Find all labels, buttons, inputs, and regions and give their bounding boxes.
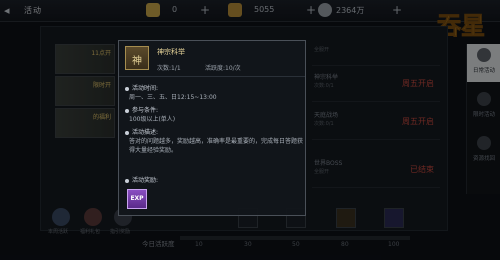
bullet-icon [125,86,129,91]
activity-emblem-icon: 神 [125,46,149,70]
bullet-icon [125,108,129,113]
description-heading: 活动描述: [125,127,158,136]
time-heading: 活动时间: [125,83,158,92]
bullet-icon [125,178,129,183]
condition-heading: 参与条件: [125,105,158,114]
activity-points: 活跃度:10/次 [205,65,241,72]
reward-heading: 活动奖励: [125,175,158,184]
activity-detail-popup: 神 神宗科举 次数:1/1 活跃度:10/次 活动时间: 周一、三、五、日12:… [118,40,306,216]
popup-title: 神宗科举 [157,48,185,56]
description-value: 答对的问题越多，奖励越高，准确率是最重要的，完成每日答题获得大量经验奖励。 [129,138,304,154]
attempt-count: 次数:1/1 [157,65,181,72]
time-value: 周一、三、五、日12:15~13:00 [129,94,217,101]
condition-value: 100级以上(单人) [129,116,176,123]
popup-header: 神 神宗科举 次数:1/1 活跃度:10/次 [119,41,305,77]
bullet-icon [125,130,129,135]
exp-reward-icon[interactable]: EXP [127,189,147,209]
